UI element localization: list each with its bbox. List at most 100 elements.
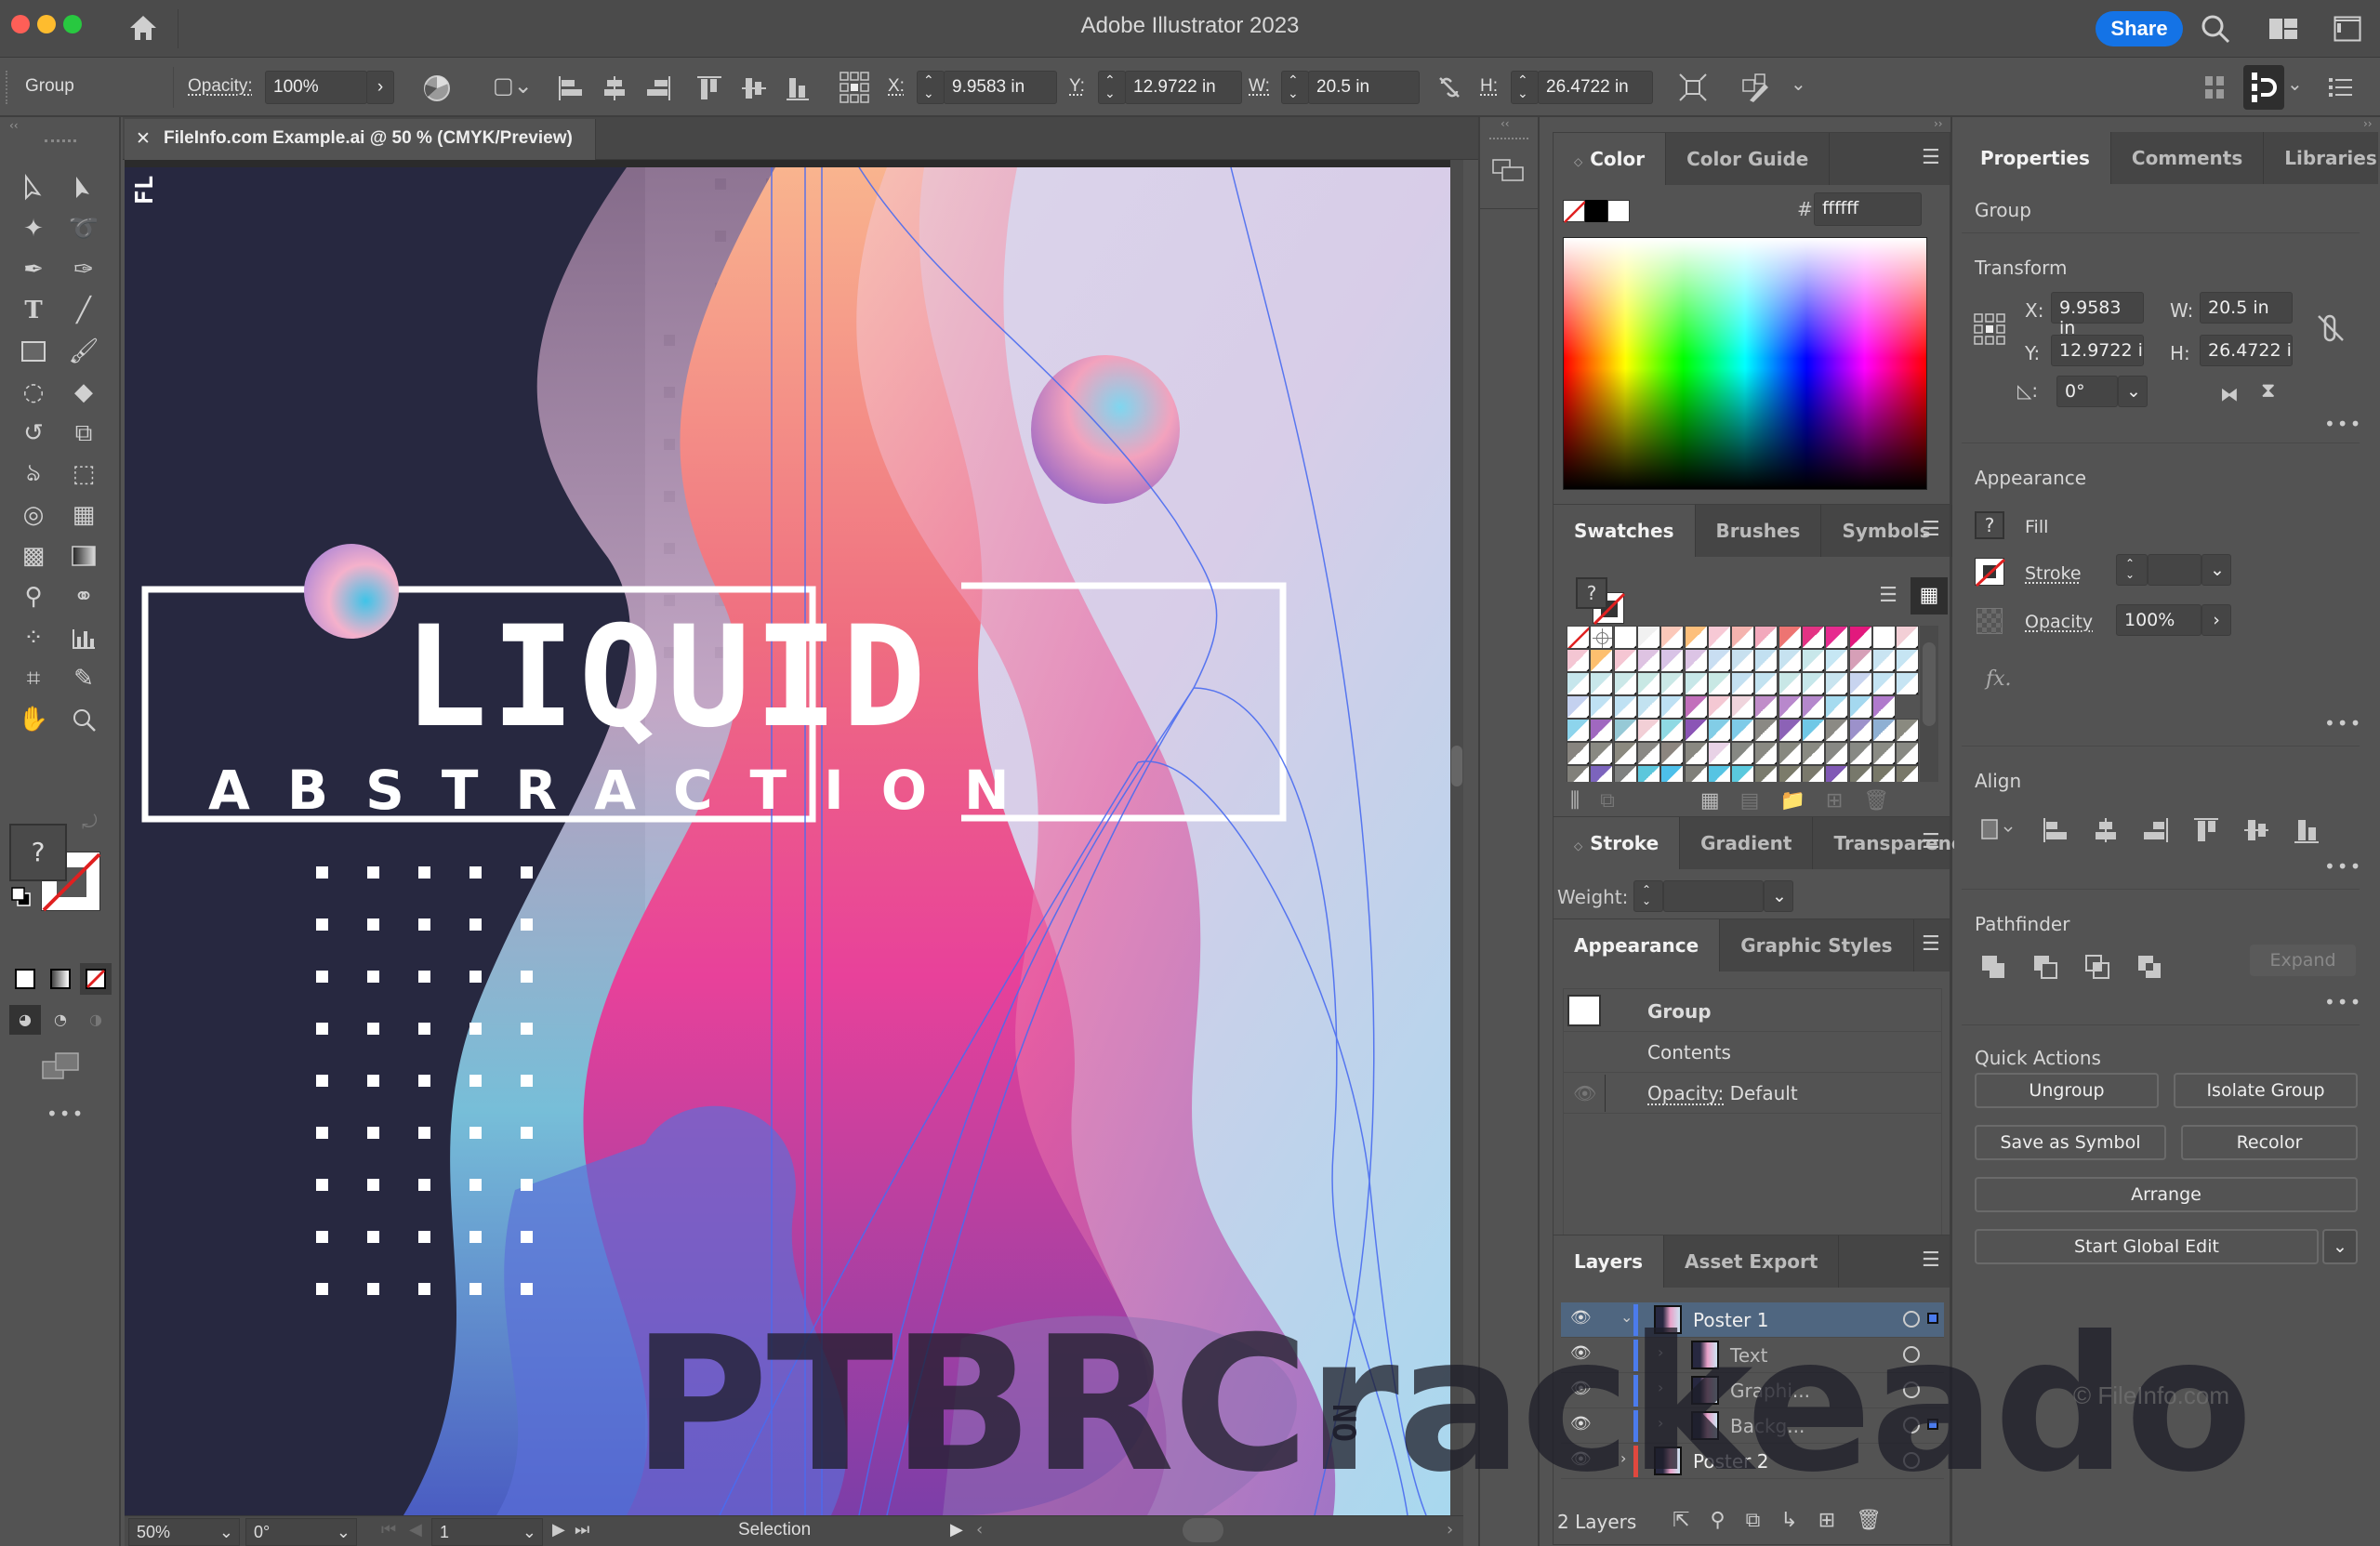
layer-row[interactable]: 👁 › Backg... [1561,1408,1944,1444]
panel-menu-icon[interactable]: ☰ [1922,934,1940,955]
artboard-select[interactable]: 1 ⌄ [431,1518,543,1546]
delete-layer-icon[interactable]: 🗑 [1856,1509,1882,1532]
color-swatch[interactable] [1778,649,1802,672]
none-mode-button[interactable] [80,963,112,995]
color-swatch[interactable] [1636,672,1660,695]
swatch-options-icon[interactable]: ▤ [1740,789,1760,813]
layer-row[interactable]: 👁 › Graphi... [1561,1373,1944,1408]
draw-normal-icon[interactable]: ◕ [9,1005,41,1035]
color-swatch[interactable] [1660,719,1685,742]
show-swatch-kinds-icon[interactable]: ▦ [1700,789,1720,813]
chevron-right-icon[interactable]: › [1658,1414,1663,1432]
rotate-tool-icon[interactable]: ↺ [15,415,52,452]
share-button[interactable]: Share [2096,11,2183,46]
color-swatch[interactable] [1636,719,1660,742]
create-new-layer-icon[interactable]: ⊞ [1818,1509,1835,1532]
color-swatch[interactable] [1636,649,1660,672]
chevron-right-icon[interactable]: › [1620,1449,1626,1467]
target-icon[interactable] [1903,1346,1920,1363]
hand-tool-icon[interactable]: ✋ [15,701,52,738]
shaper-tool-icon[interactable]: ◌ [15,374,52,411]
recolor-button[interactable]: Recolor [2181,1125,2358,1160]
tab-asset-export[interactable]: Asset Export [1664,1235,1840,1288]
make-clipping-mask-icon[interactable]: ⧉ [1746,1509,1761,1532]
color-swatch[interactable] [1871,649,1896,672]
artboard-tool-icon[interactable]: ⌗ [15,660,52,697]
color-swatch[interactable] [1567,649,1590,672]
color-swatch[interactable] [1848,626,1872,649]
workspace-switcher-icon[interactable] [2268,17,2298,41]
tab-color[interactable]: ◇ Color [1554,133,1667,185]
document-tab[interactable]: ✕ FileInfo.com Example.ai @ 50 % (CMYK/P… [125,119,596,160]
color-swatch[interactable] [1731,626,1755,649]
color-swatch[interactable] [1825,742,1849,765]
panel-menu-icon[interactable]: ☰ [1922,832,1940,852]
zoom-tool-icon[interactable] [65,701,102,738]
color-swatch[interactable] [1802,719,1825,742]
stroke-weight-stepper[interactable]: ⌃ ⌄ [2116,554,2148,586]
place-swatches-icon[interactable]: ⧉ [1600,789,1615,813]
drag-handle[interactable] [45,139,76,143]
color-swatch[interactable] [1778,765,1802,782]
color-swatch[interactable] [1636,695,1660,719]
target-icon[interactable] [1903,1452,1920,1469]
color-swatch[interactable] [1802,626,1825,649]
default-fill-stroke-icon[interactable] [11,887,32,907]
color-swatch[interactable] [1848,742,1872,765]
color-swatch[interactable] [1778,719,1802,742]
direct-selection-tool-icon[interactable] [65,169,102,206]
color-swatch[interactable] [1590,765,1614,782]
color-mode-button[interactable] [9,963,41,995]
close-tab-icon[interactable]: ✕ [136,128,151,150]
collect-for-export-icon[interactable]: ⇱ [1673,1509,1689,1532]
none-swatch[interactable] [1563,200,1586,223]
color-swatch[interactable] [1567,695,1590,719]
color-swatch[interactable] [1684,672,1708,695]
color-swatch[interactable] [1802,672,1825,695]
selection-indicator[interactable] [1927,1419,1938,1430]
constrain-proportions-icon[interactable] [2317,312,2345,344]
color-swatch[interactable] [1848,649,1872,672]
align-to-selection-icon[interactable]: ▢⌄ [493,74,533,97]
locate-object-icon[interactable]: ⚲ [1710,1509,1725,1532]
search-icon[interactable] [2200,13,2231,45]
artboards-panel-icon[interactable] [1491,156,1527,184]
horizontal-scrollbar[interactable]: ‹ › [972,1516,1463,1546]
draw-inside-icon[interactable]: ◑ [80,1005,112,1035]
color-swatch[interactable] [1754,765,1778,782]
visibility-eye-icon[interactable]: 👁 [1570,1449,1592,1469]
list-view-icon[interactable]: ☰ [1870,577,1907,614]
black-swatch[interactable] [1585,200,1607,222]
warp-tool-icon[interactable]: ঌ [15,456,52,493]
fill-swatch[interactable]: ? [1975,511,2004,539]
visibility-eye-icon[interactable]: 👁 [1570,1343,1592,1363]
color-swatch[interactable] [1896,742,1920,765]
scale-tool-icon[interactable]: ⧉ [65,415,102,452]
color-swatch[interactable] [1636,765,1660,782]
color-swatch[interactable] [1660,695,1685,719]
arrange-documents-icon[interactable] [2334,16,2361,42]
opacity-label[interactable]: Opacity [2025,612,2093,632]
color-swatch[interactable] [1660,765,1685,782]
expand-dock-icon[interactable]: ‹‹ [1501,117,1510,130]
color-swatch[interactable] [1825,672,1849,695]
ungroup-button[interactable]: Ungroup [1975,1073,2159,1108]
expand-button[interactable]: Expand [2250,945,2356,976]
edit-toolbar-icon[interactable]: ••• [46,1103,85,1125]
perspective-grid-tool-icon[interactable]: ▦ [65,496,102,534]
next-artboard-icon[interactable]: ▶ [552,1520,565,1539]
color-swatch[interactable] [1871,672,1896,695]
global-edit-options-dropdown[interactable]: ⌄ [2322,1229,2358,1264]
color-swatch[interactable] [1754,719,1778,742]
color-swatch[interactable] [1731,742,1755,765]
color-swatch[interactable] [1778,695,1802,719]
target-icon[interactable] [1903,1417,1920,1434]
zoom-level-select[interactable]: 50% ⌄ [128,1518,240,1546]
gradient-mode-button[interactable] [45,963,76,995]
none-swatch[interactable] [1567,626,1590,649]
color-swatch[interactable] [1613,649,1637,672]
isolate-group-button[interactable]: Isolate Group [2174,1073,2358,1108]
color-swatch[interactable] [1707,695,1731,719]
layer-row[interactable]: 👁 › Poster 2 [1561,1444,1944,1479]
color-swatch[interactable] [1660,649,1685,672]
